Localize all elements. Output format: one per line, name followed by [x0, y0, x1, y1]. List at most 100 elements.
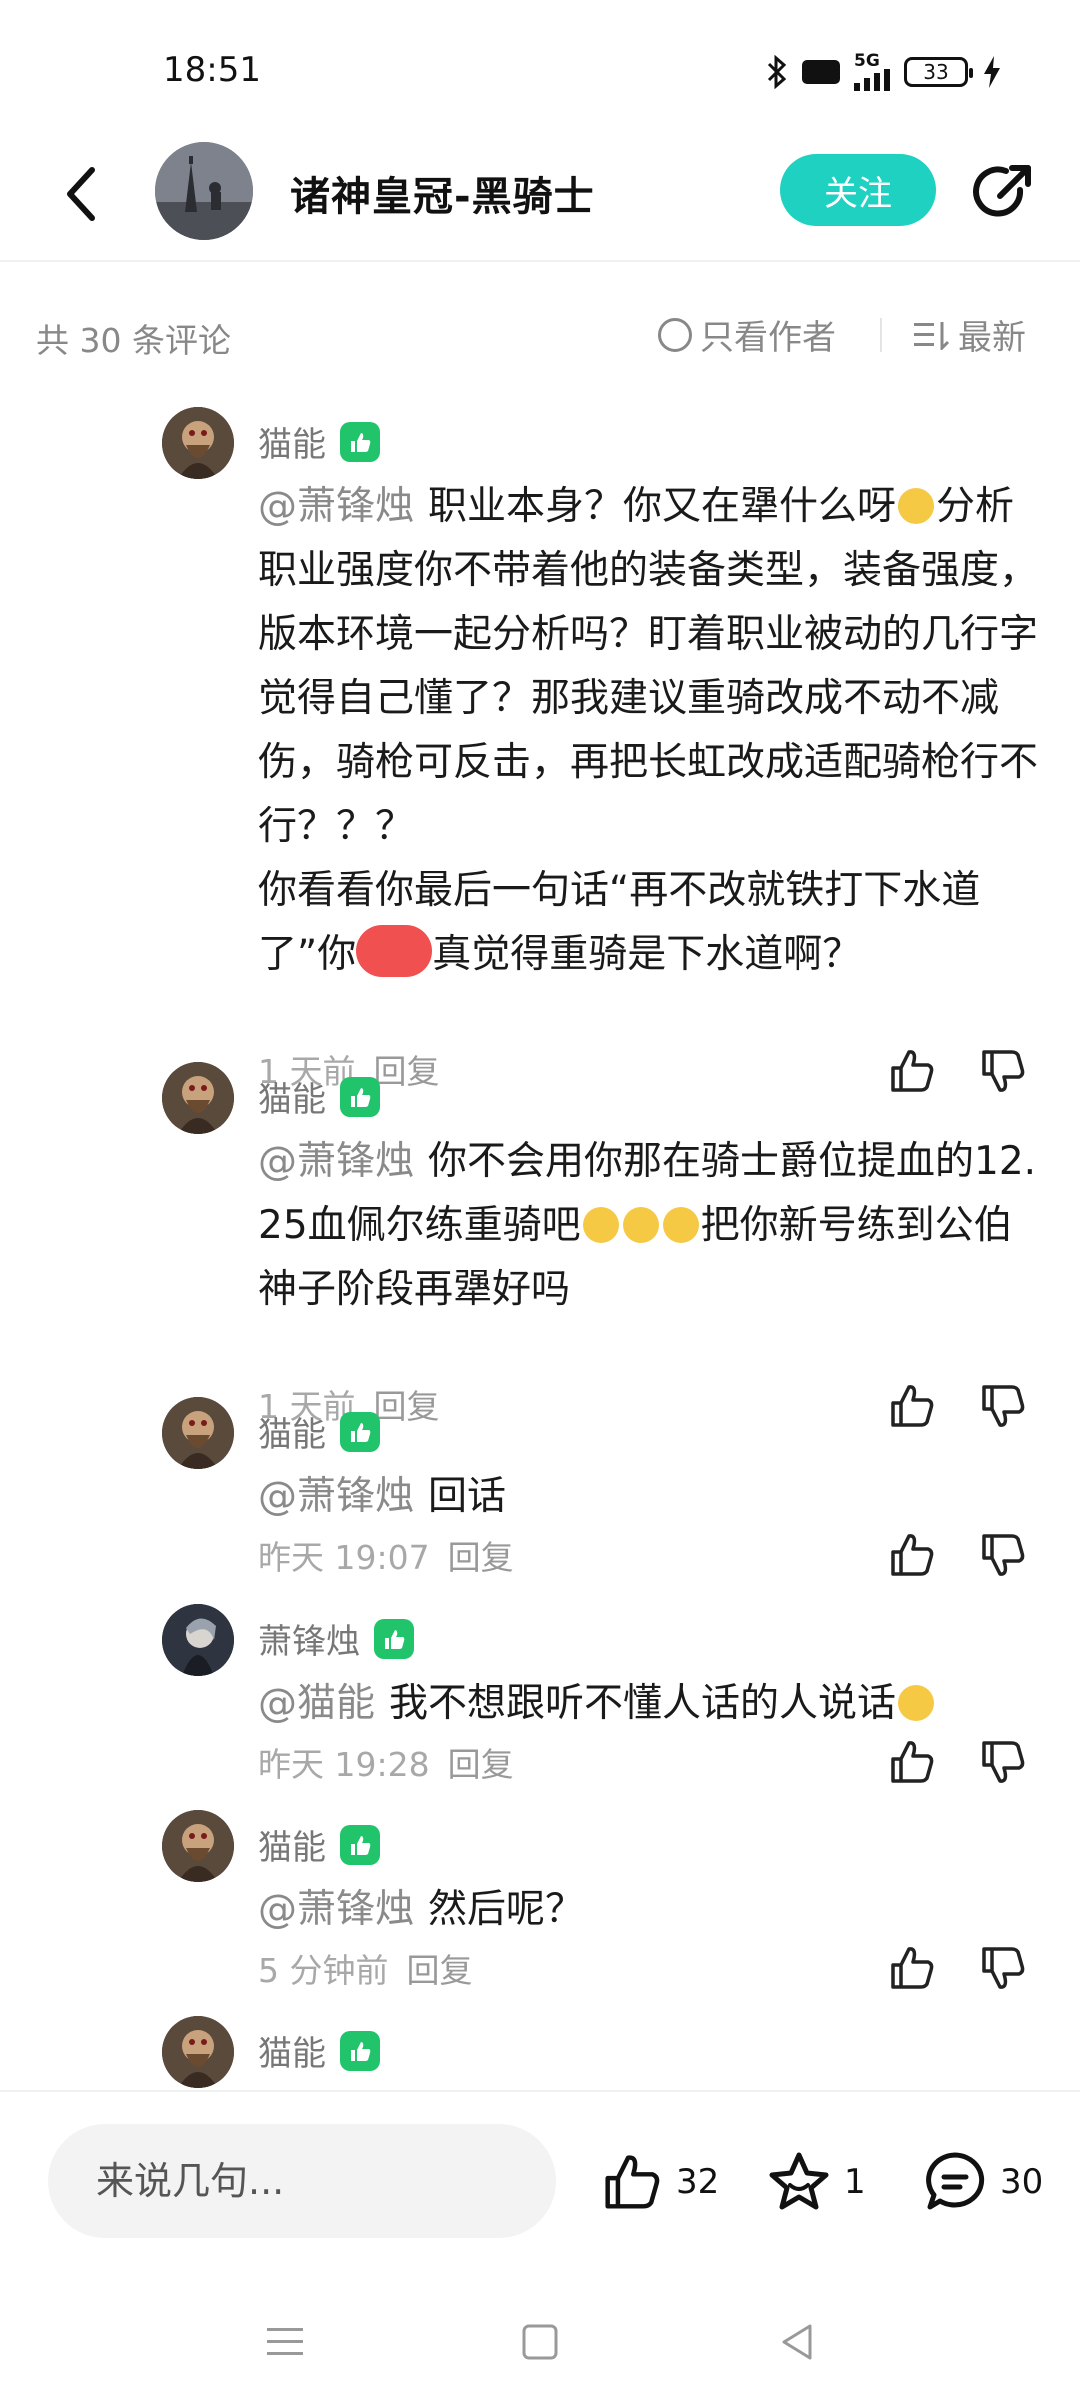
mention-link[interactable]: @萧锋烛	[258, 1139, 414, 1184]
bottom-action-bar: 32 1 30	[0, 2090, 1080, 2270]
comment-text: @萧锋烛 职业本身？你又在犟什么呀 分析职业强度你不带着他的装备类型，装备强度，版本…	[258, 475, 1038, 987]
comment-item: 猫能 @萧锋烛 回话 昨天 19:07 回复	[0, 1397, 1080, 1587]
battery-icon: 33	[904, 57, 973, 87]
bluetooth-icon	[766, 55, 788, 89]
page-title: 诸神皇冠-黑骑士	[290, 174, 595, 220]
menu-icon	[267, 2328, 303, 2355]
comment-time: 昨天 19:28	[258, 1745, 430, 1784]
comment-text-part: 职业本身？你又在犟什么呀	[428, 484, 897, 529]
avatar[interactable]	[162, 1062, 234, 1134]
laugh-emoji-icon	[622, 1207, 659, 1243]
dislike-button[interactable]	[975, 1940, 1031, 1996]
comment-meta: 昨天 19:28 回复	[258, 1738, 514, 1786]
back-arrow-icon	[67, 167, 95, 221]
username-text: 猫能	[258, 1828, 326, 1868]
menu-nav-button[interactable]	[255, 2312, 315, 2372]
comment-count-bottom: 30	[1000, 2162, 1044, 2202]
comment-meta: 5 分钟前 回复	[258, 1944, 473, 1992]
thumb-down-icon	[982, 1741, 1025, 1783]
like-button[interactable]	[884, 1734, 940, 1790]
comment-count: 共 30 条评论	[36, 321, 231, 360]
comment-item: 猫能 @萧锋烛 然后呢？ 5 分钟前 回复	[0, 1810, 1080, 2000]
redaction-scribble	[356, 925, 433, 977]
thumb-down-icon	[982, 1947, 1025, 1989]
username-text: 猫能	[258, 2034, 326, 2074]
comment-text-part: 分析职业强度你不带着他的装备类型，装备强度，版本环境一起分析吗？盯着职业被动的几…	[258, 484, 1039, 849]
thumbs-badge-icon	[340, 1076, 380, 1117]
like-post-button[interactable]: 32	[600, 2144, 719, 2220]
laugh-emoji-icon	[662, 1207, 699, 1243]
thumb-up-icon	[891, 1741, 934, 1783]
comment-time: 昨天 19:07	[258, 1538, 430, 1577]
avatar[interactable]	[162, 1810, 234, 1882]
comment-input[interactable]	[48, 2124, 556, 2238]
comment-username[interactable]: 猫能	[258, 1072, 380, 1121]
comment-text-part: 真觉得重骑是下水道啊？	[432, 932, 862, 977]
dislike-button[interactable]	[975, 1734, 1031, 1790]
avatar[interactable]	[162, 1604, 234, 1676]
mention-link[interactable]: @猫能	[258, 1681, 375, 1726]
thumb-up-icon	[605, 2155, 660, 2209]
thumbs-badge-icon	[340, 421, 380, 462]
mention-link[interactable]: @萧锋烛	[258, 1887, 414, 1932]
comment-item: 猫能 @萧锋烛 你不会用你那在骑士爵位提血的12.25血佩尔练重骑吧 把你新号练到公…	[0, 1062, 1080, 1427]
hd-badge: HD	[801, 60, 840, 84]
favorite-button[interactable]: 1	[766, 2144, 866, 2220]
reply-button[interactable]: 回复	[448, 1531, 514, 1579]
like-button[interactable]	[884, 1527, 940, 1583]
laugh-emoji-icon	[582, 1207, 619, 1243]
thumb-up-icon	[891, 1534, 934, 1576]
filter-row: 共 30 条评论 只看作者 最新	[0, 262, 1080, 402]
avatar[interactable]	[162, 2016, 234, 2088]
thumbs-badge-icon	[340, 1824, 380, 1865]
author-only-toggle[interactable]: 只看作者	[658, 310, 836, 359]
mention-link[interactable]: @萧锋烛	[258, 1474, 414, 1519]
mention-link[interactable]: @萧锋烛	[258, 484, 414, 529]
signal-icon: 5G	[854, 53, 890, 91]
comment-list: 猫能 @萧锋烛 职业本身？你又在犟什么呀 分析职业强度你不带着他的装备类型，装备强度…	[0, 402, 1080, 2090]
comment-text: @萧锋烛 回话	[258, 1465, 1038, 1529]
comment-input-box[interactable]	[48, 2124, 556, 2238]
username-text: 猫能	[258, 1080, 326, 1120]
comment-meta: 昨天 19:07 回复	[258, 1531, 514, 1579]
avatar[interactable]	[162, 1397, 234, 1469]
share-button[interactable]	[968, 158, 1038, 228]
sort-button[interactable]: 最新	[914, 310, 1026, 359]
comment-text: @猫能 我不想跟听不懂人话的人说话	[258, 1672, 1038, 1736]
back-button[interactable]	[50, 158, 110, 230]
back-nav-button[interactable]	[768, 2312, 828, 2372]
username-text: 猫能	[258, 1415, 326, 1455]
status-icons: HD 5G 33	[766, 50, 1002, 94]
comment-item: 猫能 @萧锋烛 职业本身？你又在犟什么呀 分析职业强度你不带着他的装备类型，装备强度…	[0, 407, 1080, 1092]
like-button[interactable]	[884, 1940, 940, 1996]
comment-username[interactable]: 猫能	[258, 1407, 380, 1456]
back-triangle-icon	[782, 2324, 812, 2360]
comment-text-part: 然后呢？	[428, 1887, 585, 1932]
sunglasses-sweat-emoji-icon	[898, 1685, 935, 1721]
comment-username[interactable]: 萧锋烛	[258, 1614, 414, 1663]
status-bar: 18:51 HD 5G 33	[0, 0, 1080, 130]
dislike-button[interactable]	[975, 1527, 1031, 1583]
share-icon	[973, 165, 1031, 217]
avatar[interactable]	[162, 407, 234, 479]
sort-icon	[914, 321, 950, 350]
thumbs-badge-icon	[340, 1411, 380, 1452]
thumbs-badge-icon	[374, 1618, 414, 1659]
channel-avatar[interactable]	[155, 142, 253, 240]
comment-text-part: 我不想跟听不懂人话的人说话	[389, 1681, 897, 1726]
author-only-label: 只看作者	[700, 318, 836, 358]
comments-button[interactable]: 30	[922, 2144, 1043, 2220]
comment-username[interactable]: 猫能	[258, 1820, 380, 1869]
comment-username[interactable]: 猫能	[258, 2026, 380, 2075]
reply-button[interactable]: 回复	[448, 1738, 514, 1786]
star-icon	[769, 2152, 829, 2210]
comment-time: 5 分钟前	[258, 1951, 389, 1990]
home-nav-button[interactable]	[510, 2312, 570, 2372]
thumbs-badge-icon	[340, 2030, 380, 2071]
like-count: 32	[676, 2162, 720, 2202]
divider	[880, 318, 882, 352]
reply-button[interactable]: 回复	[407, 1944, 473, 1992]
comment-username[interactable]: 猫能	[258, 417, 380, 466]
follow-button[interactable]: 关注	[780, 154, 936, 226]
header: 诸神皇冠-黑骑士 关注	[0, 130, 1080, 262]
